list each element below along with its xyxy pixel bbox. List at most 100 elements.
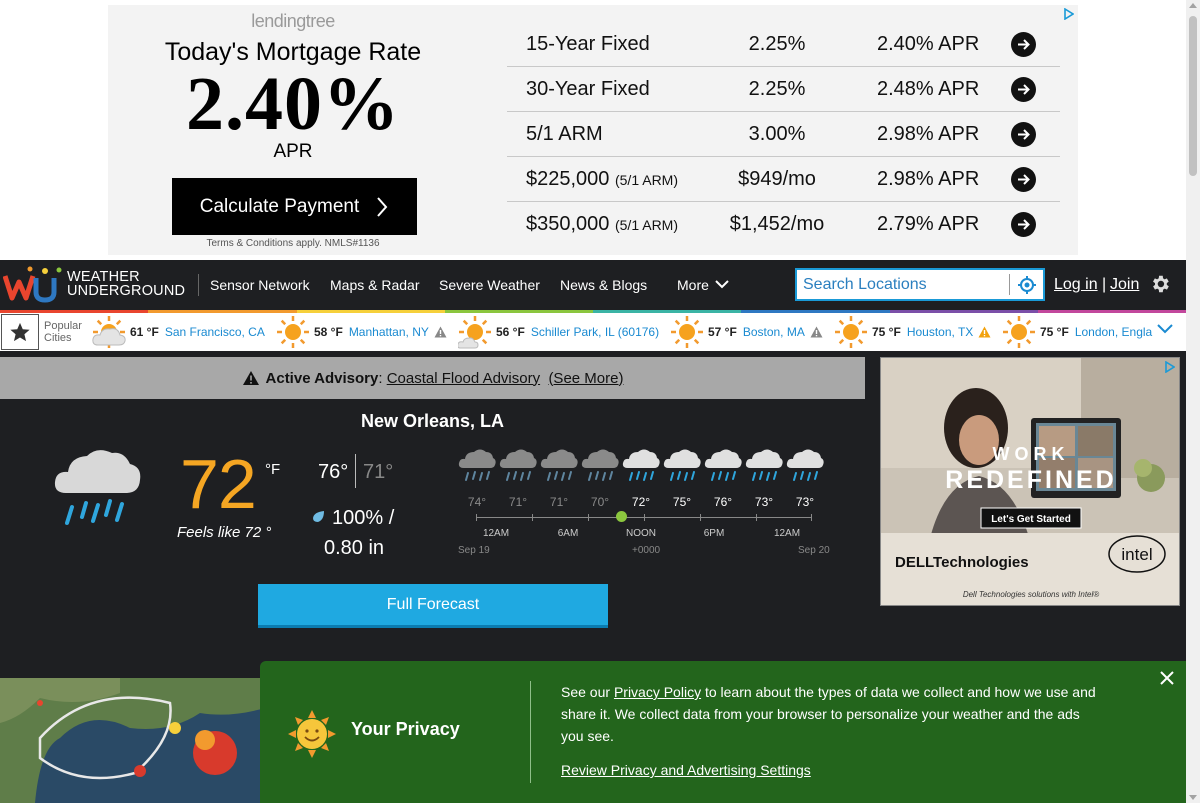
- adchoices-icon[interactable]: [1163, 361, 1175, 373]
- scroll-up-arrow-icon[interactable]: [1189, 3, 1197, 8]
- privacy-settings-link[interactable]: Review Privacy and Advertising Settings: [561, 762, 811, 778]
- sunny-icon: [671, 316, 703, 348]
- favorites-button[interactable]: [1, 314, 39, 350]
- city-name[interactable]: Schiller Park, IL (60176): [531, 325, 659, 339]
- dell-ad[interactable]: WORK REDEFINED Let's Get Started DELLTec…: [880, 357, 1180, 606]
- full-forecast-button[interactable]: Full Forecast: [258, 584, 608, 628]
- nav-sensor-network[interactable]: Sensor Network: [210, 277, 310, 293]
- hour-forecast[interactable]: 70°: [580, 448, 620, 509]
- city-name[interactable]: London, Engla: [1075, 325, 1152, 339]
- city-temp: 58 °F: [314, 325, 343, 339]
- chevron-down-icon[interactable]: [1156, 323, 1174, 335]
- raindrop-icon: [313, 511, 324, 522]
- privacy-policy-link[interactable]: Privacy Policy: [614, 684, 701, 700]
- popular-city[interactable]: 57 °F Boston, MA: [670, 313, 823, 351]
- popular-city[interactable]: 75 °F Houston, TX: [834, 313, 991, 351]
- warning-icon: [242, 371, 259, 385]
- rate-table: 15-Year Fixed 2.25% 2.40% APR 30-Year Fixe…: [507, 22, 1060, 247]
- hour-forecast[interactable]: 74°: [457, 448, 497, 509]
- rate-row[interactable]: $350,000 (5/1 ARM) $1,452/mo 2.79% APR: [507, 202, 1060, 247]
- popular-city[interactable]: 56 °F Schiller Park, IL (60176): [458, 313, 659, 351]
- rain-icon: [54, 450, 141, 525]
- hour-forecast[interactable]: 72°: [621, 448, 661, 509]
- arrow-right-icon[interactable]: [1011, 76, 1036, 102]
- popular-city[interactable]: 75 °F London, Engla: [1002, 313, 1152, 351]
- arrow-right-icon[interactable]: [1011, 121, 1036, 147]
- advisory-see-more[interactable]: (See More): [548, 370, 623, 387]
- current-time-marker: [616, 511, 627, 522]
- feels-like: Feels like 72 °: [177, 524, 272, 541]
- alert-triangle-icon: [810, 326, 823, 338]
- nav-maps-radar[interactable]: Maps & Radar: [330, 277, 419, 293]
- city-name[interactable]: Houston, TX: [907, 325, 973, 339]
- sunny-icon: [835, 316, 867, 348]
- calculate-payment-button[interactable]: Calculate Payment: [172, 178, 417, 235]
- hour-forecast[interactable]: 71°: [539, 448, 579, 509]
- gear-icon[interactable]: [1149, 273, 1171, 295]
- hour-forecast[interactable]: 71°: [498, 448, 538, 509]
- hour-forecast[interactable]: 73°: [785, 448, 825, 509]
- search-box: [795, 268, 1045, 301]
- city-title: New Orleans, LA: [360, 411, 505, 431]
- rate-row[interactable]: 5/1 ARM 3.00% 2.98% APR: [507, 112, 1060, 157]
- scroll-down-arrow-icon[interactable]: [1189, 795, 1197, 800]
- rain-icon: [786, 449, 824, 481]
- hour-forecast[interactable]: 76°: [703, 448, 743, 509]
- popular-city[interactable]: 61 °F San Francisco, CA: [92, 313, 265, 351]
- arrow-right-icon[interactable]: [1011, 166, 1036, 192]
- rain-icon: [540, 449, 578, 481]
- rate-value: 2.25%: [748, 32, 806, 55]
- rate-row[interactable]: 30-Year Fixed 2.25% 2.48% APR: [507, 67, 1060, 112]
- arrow-right-icon[interactable]: [1011, 31, 1036, 57]
- timeline-tick: [476, 514, 477, 521]
- advisory-link[interactable]: Coastal Flood Advisory: [387, 370, 540, 387]
- location-crosshair-icon[interactable]: [1017, 275, 1037, 295]
- rate-row[interactable]: 15-Year Fixed 2.25% 2.40% APR: [507, 22, 1060, 67]
- search-input[interactable]: [797, 270, 1009, 299]
- join-link[interactable]: Join: [1110, 276, 1139, 294]
- adchoices-icon[interactable]: [1062, 8, 1074, 20]
- rate-row[interactable]: $225,000 (5/1 ARM) $949/mo 2.98% APR: [507, 157, 1060, 202]
- rain-icon: [663, 449, 701, 481]
- wu-logo[interactable]: WEATHER UNDERGROUND: [3, 264, 185, 304]
- mostly-sunny-icon: [458, 316, 491, 349]
- wu-logo-icon: [3, 266, 62, 303]
- ad-rate-panel: lendingtree Today's Mortgage Rate 2.40% …: [108, 5, 478, 255]
- advisory-banner[interactable]: Active Advisory: Coastal Flood Advisory …: [0, 357, 865, 399]
- low-temp: 71°: [363, 461, 394, 483]
- close-icon[interactable]: [1159, 670, 1175, 686]
- nav-more[interactable]: More: [677, 277, 729, 293]
- rate-product-name: 15-Year Fixed: [526, 32, 650, 55]
- popular-city[interactable]: 58 °F Manhattan, NY: [276, 313, 447, 351]
- timezone-offset: +0000: [632, 545, 661, 556]
- arrow-right-icon[interactable]: [1011, 212, 1036, 237]
- city-name[interactable]: Boston, MA: [743, 325, 805, 339]
- nav-more-label: More: [677, 277, 709, 293]
- nav-severe-weather[interactable]: Severe Weather: [439, 277, 540, 293]
- rate-apr: 2.79% APR: [877, 213, 980, 235]
- rate-apr: 2.40% APR: [877, 32, 980, 55]
- dell-ad-artwork: WORK REDEFINED Let's Get Started DELLTec…: [881, 358, 1179, 605]
- radar-map-thumbnail[interactable]: [0, 678, 265, 803]
- timeline-label: 6AM: [557, 528, 579, 539]
- wu-wordmark: WEATHER UNDERGROUND: [67, 270, 185, 299]
- lendingtree-logo: lendingtree: [251, 11, 335, 31]
- end-date: Sep 20: [798, 545, 830, 556]
- hourly-forecast: Sep 19 +0000 Sep 20 74° 71° 71° 70° 72° 75° 76…: [455, 448, 835, 558]
- scroll-thumb[interactable]: [1189, 16, 1197, 176]
- page-scrollbar[interactable]: [1186, 0, 1200, 803]
- ad-terms: Terms & Conditions apply. NMLS#1136: [206, 238, 380, 249]
- hi-lo-divider: [355, 454, 356, 488]
- hour-temp: 73°: [795, 495, 815, 509]
- rate-product: $225,000 (5/1 ARM): [526, 168, 678, 191]
- city-name[interactable]: San Francisco, CA: [165, 325, 265, 339]
- nav-news-blogs[interactable]: News & Blogs: [560, 277, 647, 293]
- hour-forecast[interactable]: 75°: [662, 448, 702, 509]
- chevron-right-icon: [377, 196, 388, 217]
- rain-icon: [745, 449, 783, 481]
- city-name[interactable]: Manhattan, NY: [349, 325, 429, 339]
- hour-forecast[interactable]: 73°: [744, 448, 784, 509]
- hour-temp: 73°: [754, 495, 774, 509]
- mortgage-ad[interactable]: lendingtree Today's Mortgage Rate 2.40% …: [108, 5, 1078, 255]
- login-link[interactable]: Log in: [1054, 276, 1098, 294]
